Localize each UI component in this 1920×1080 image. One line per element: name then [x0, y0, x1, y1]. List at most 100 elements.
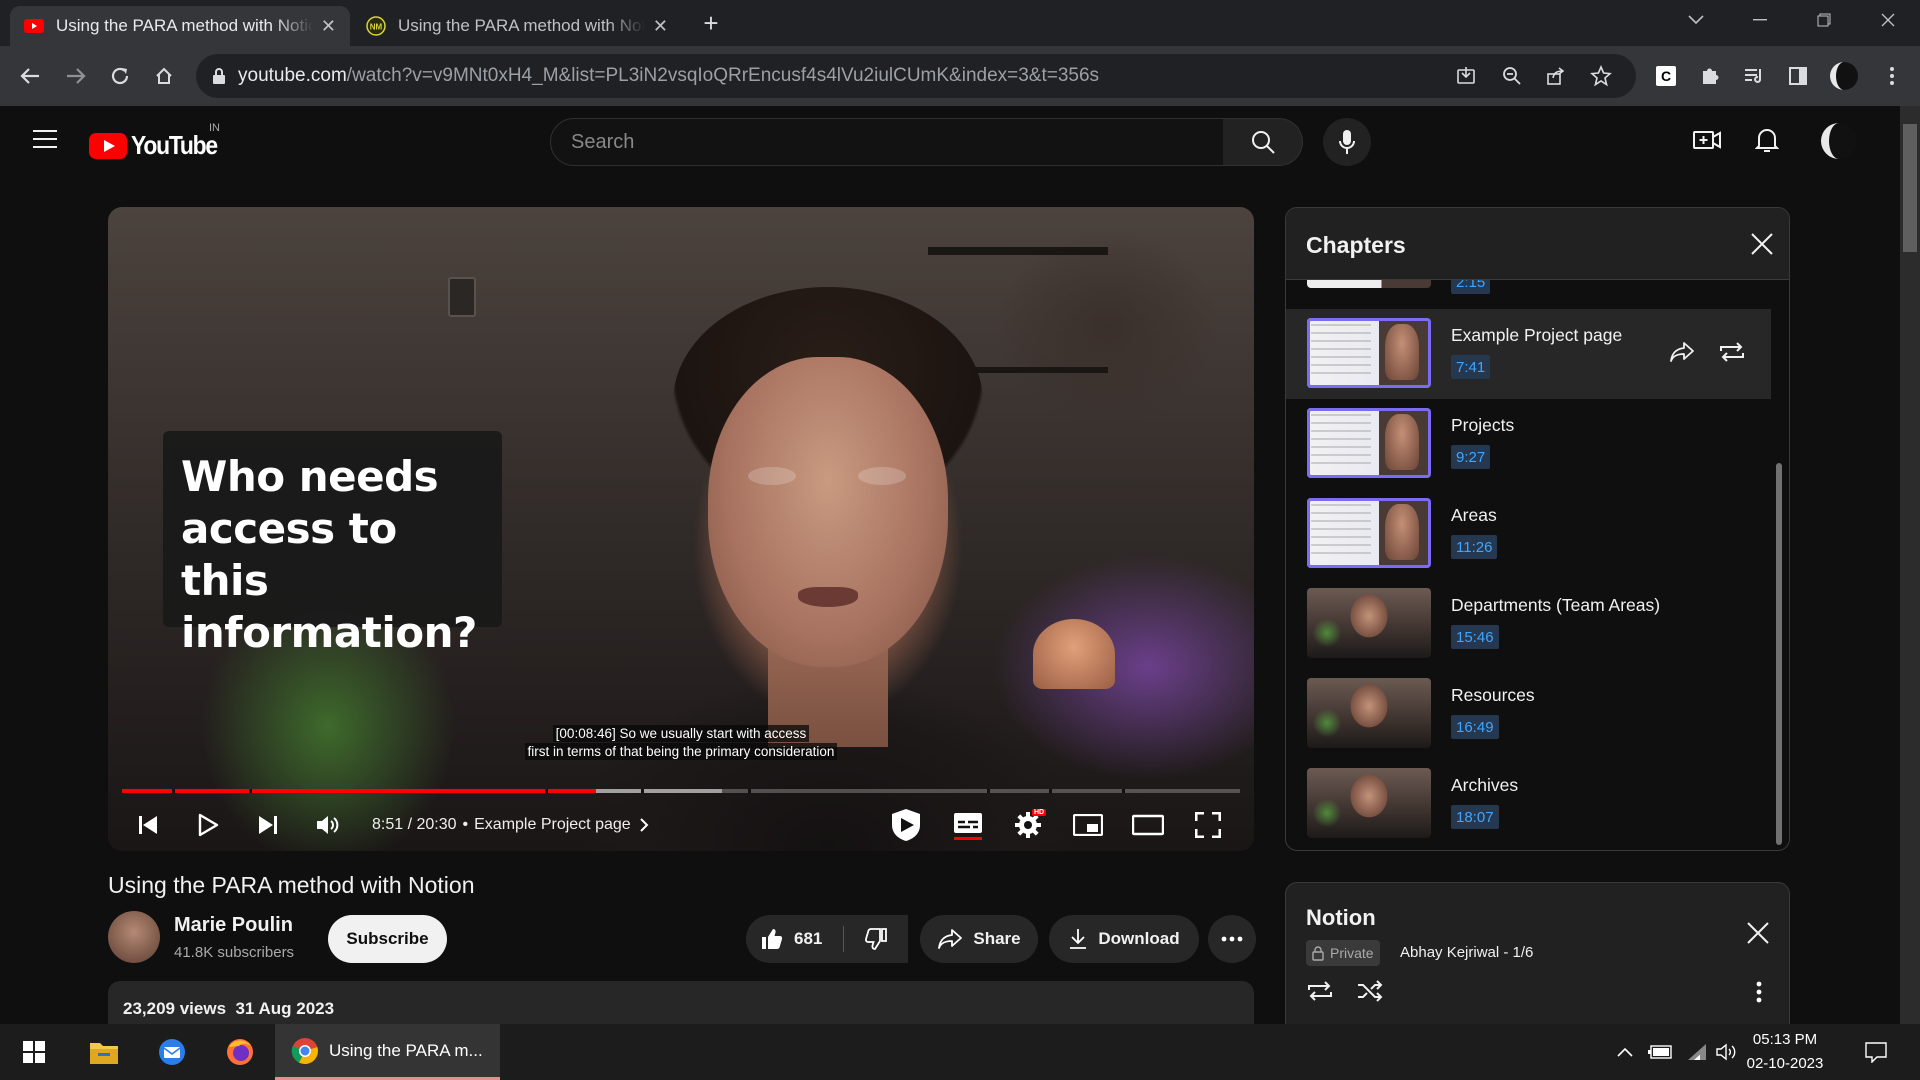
overlay-line: access to this — [181, 504, 397, 605]
back-arrow-icon[interactable] — [8, 46, 52, 106]
player-controls: 8:51 / 20:30 • Example Project page HD — [108, 799, 1254, 851]
close-playlist-icon[interactable] — [1746, 921, 1770, 945]
mail-app-icon[interactable] — [148, 1024, 196, 1080]
theater-mode-icon[interactable] — [1126, 799, 1170, 851]
overlay-line: Who needs — [181, 452, 439, 501]
extension-c-icon[interactable]: C — [1644, 46, 1688, 106]
chapter-gap — [1049, 789, 1052, 793]
profile-avatar-icon[interactable] — [1822, 46, 1866, 106]
youtube-header: YouTube IN Search — [0, 106, 1900, 178]
bookmark-star-icon[interactable] — [1590, 65, 1612, 87]
chapter-item[interactable]: Projects 9:27 — [1286, 399, 1771, 489]
views-and-date: 23,209 views 31 Aug 2023 — [123, 999, 335, 1018]
page-scrollbar-thumb[interactable] — [1903, 124, 1917, 252]
windows-start-icon[interactable] — [10, 1024, 58, 1080]
more-actions-button[interactable] — [1208, 915, 1256, 963]
play-icon[interactable] — [186, 799, 230, 851]
new-tab-button[interactable]: + — [696, 8, 726, 38]
speaker-volume-icon[interactable] — [1712, 1024, 1742, 1080]
share-button[interactable]: Share — [920, 915, 1038, 963]
notification-center-icon[interactable] — [1856, 1024, 1896, 1080]
settings-gear-icon[interactable]: HD — [1006, 799, 1050, 851]
install-app-icon[interactable] — [1456, 66, 1476, 86]
close-tab-icon[interactable]: ✕ — [321, 16, 336, 37]
home-icon[interactable] — [142, 46, 186, 106]
subscribe-button[interactable]: Subscribe — [328, 915, 447, 963]
notifications-bell-icon[interactable] — [1755, 126, 1779, 154]
extensions-puzzle-icon[interactable] — [1688, 46, 1732, 106]
shelf — [928, 247, 1108, 255]
taskbar-chrome-window[interactable]: Using the PARA m... — [275, 1024, 500, 1080]
video-player[interactable]: Who needs access to this information? [0… — [108, 207, 1254, 851]
url-host: youtube.com — [238, 65, 347, 86]
chapter-item[interactable]: Areas 11:26 — [1286, 489, 1771, 579]
presenter-face — [708, 357, 948, 667]
share-arrow-icon — [938, 929, 963, 949]
subtitles-icon[interactable] — [946, 799, 990, 851]
fullscreen-icon[interactable] — [1186, 799, 1230, 851]
tab-title: Using the PARA method with Notion — [56, 16, 313, 35]
forward-arrow-icon[interactable] — [54, 46, 98, 106]
clock-date: 02-10-2023 — [1746, 1055, 1824, 1072]
browser-tab-inactive[interactable]: NM Using the PARA method with Notion ✕ — [352, 6, 682, 46]
chapter-gap — [641, 789, 644, 793]
voice-search-button[interactable] — [1323, 118, 1371, 166]
loop-playlist-icon[interactable] — [1306, 980, 1334, 1002]
shield-extension-icon[interactable] — [884, 799, 928, 851]
loop-chapter-icon[interactable] — [1718, 341, 1746, 363]
close-tab-icon[interactable]: ✕ — [653, 16, 668, 37]
share-page-icon[interactable] — [1546, 66, 1566, 86]
file-explorer-icon[interactable] — [80, 1024, 128, 1080]
lock-icon[interactable] — [212, 67, 226, 85]
download-button[interactable]: Download — [1049, 915, 1199, 963]
chapter-item[interactable]: Example Project page 7:41 — [1286, 309, 1771, 399]
search-button[interactable] — [1223, 118, 1303, 166]
media-control-icon[interactable] — [1732, 46, 1776, 106]
dislike-button[interactable] — [844, 915, 908, 963]
restore-window-button[interactable] — [1794, 0, 1854, 40]
search-input[interactable]: Search — [550, 118, 1224, 166]
chapter-item[interactable]: Archives 18:07 — [1286, 759, 1771, 849]
create-video-icon[interactable] — [1693, 128, 1721, 152]
show-hidden-icons-chevron-icon[interactable] — [1612, 1024, 1638, 1080]
account-avatar-icon[interactable] — [1820, 122, 1858, 160]
firefox-icon[interactable] — [216, 1024, 264, 1080]
tab-title: Using the PARA method with Notion — [398, 16, 645, 35]
hd-badge: HD — [1032, 809, 1047, 816]
chapter-item[interactable]: Departments (Team Areas) 15:46 — [1286, 579, 1771, 669]
side-panel-icon[interactable] — [1776, 46, 1820, 106]
chevron-right-icon[interactable] — [639, 818, 649, 832]
channel-avatar[interactable] — [108, 911, 160, 963]
previous-video-icon[interactable] — [126, 799, 170, 851]
progress-played — [122, 789, 597, 793]
close-window-button[interactable] — [1858, 0, 1918, 40]
minimize-window-button[interactable] — [1730, 0, 1790, 40]
chapter-gap — [1122, 789, 1125, 793]
address-bar[interactable]: youtube.com/watch?v=v9MNt0xH4_M&list=PL3… — [196, 54, 1636, 98]
zoom-icon[interactable] — [1502, 66, 1522, 86]
current-chapter-button[interactable]: Example Project page — [474, 816, 631, 834]
reload-icon[interactable] — [98, 46, 142, 106]
chapter-thumbnail — [1307, 318, 1431, 388]
playlist-more-icon[interactable] — [1756, 981, 1762, 1003]
browser-tab-strip: Using the PARA method with Notion ✕ NM U… — [0, 0, 1920, 46]
progress-bar[interactable] — [122, 789, 1240, 793]
shuffle-icon[interactable] — [1356, 980, 1384, 1002]
close-chapters-icon[interactable] — [1750, 232, 1774, 256]
browser-tab-active[interactable]: Using the PARA method with Notion ✕ — [10, 6, 350, 46]
playlist-title[interactable]: Notion — [1306, 905, 1376, 931]
chapter-item[interactable]: Resources 16:49 — [1286, 669, 1771, 759]
wifi-icon[interactable] — [1680, 1024, 1714, 1080]
volume-icon[interactable] — [306, 799, 350, 851]
chrome-menu-icon[interactable] — [1870, 46, 1914, 106]
tab-search-chevron-icon[interactable] — [1666, 0, 1726, 40]
chapters-scrollbar[interactable] — [1776, 463, 1782, 845]
next-video-icon[interactable] — [246, 799, 290, 851]
miniplayer-icon[interactable] — [1066, 799, 1110, 851]
share-chapter-icon[interactable] — [1669, 341, 1695, 363]
system-clock[interactable]: 05:13 PM 02-10-2023 — [1740, 1028, 1830, 1076]
channel-name[interactable]: Marie Poulin — [174, 914, 293, 937]
hamburger-menu-icon[interactable] — [32, 128, 58, 150]
youtube-logo[interactable]: YouTube — [89, 130, 229, 161]
battery-icon[interactable] — [1644, 1024, 1678, 1080]
